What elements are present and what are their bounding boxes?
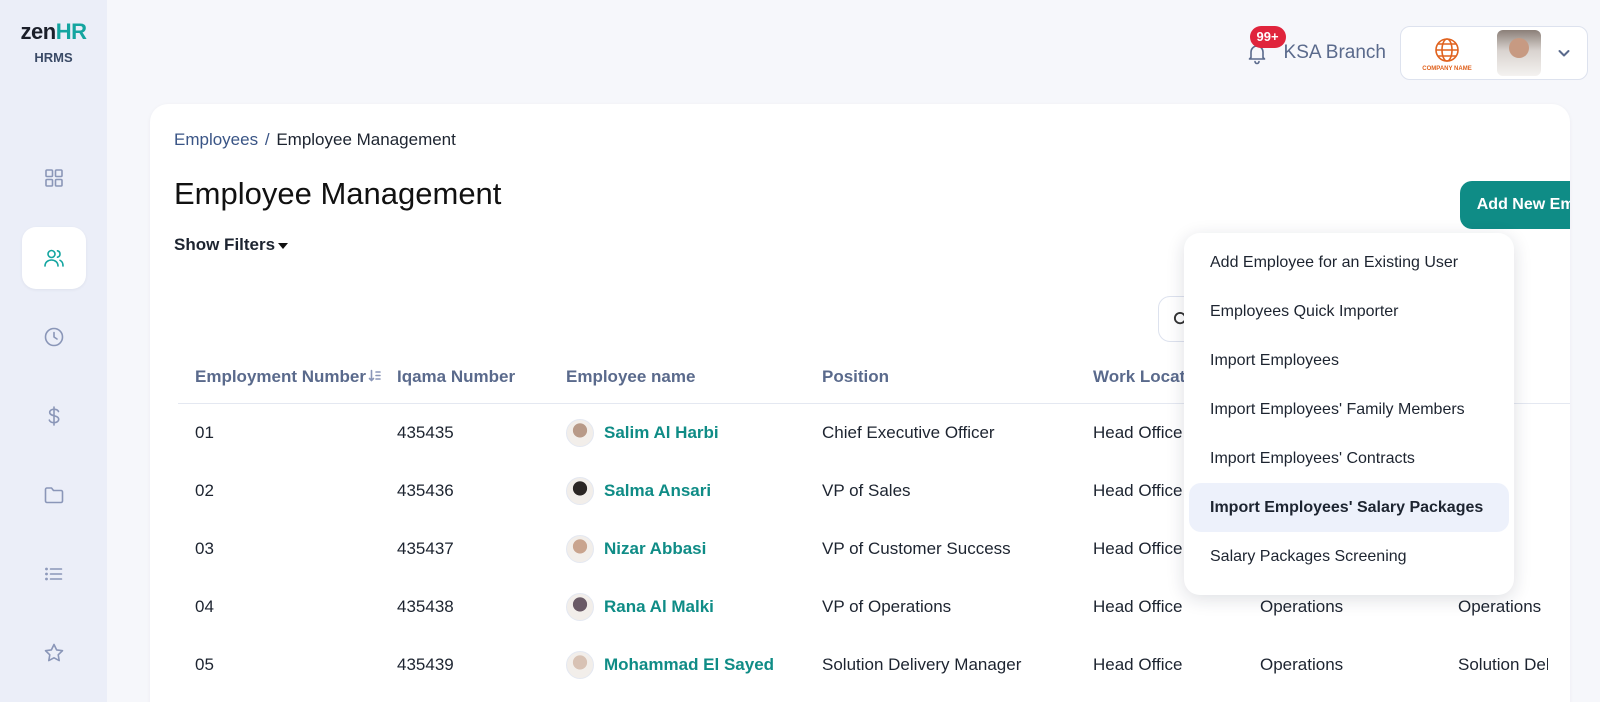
table-cell: Operations [1458,597,1542,616]
table-cell: VP of Operations [822,597,952,616]
show-filters-toggle[interactable]: Show Filters [174,235,289,255]
sort-icon[interactable] [368,369,382,383]
breadcrumb-current: Employee Management [276,130,456,149]
page-title: Employee Management [174,176,502,211]
table-cell: Solution Delivery Manager [822,655,1022,674]
table-cell: 435439 [397,655,454,674]
employee-avatar [566,651,594,679]
table-cell: 03 [195,539,214,558]
employee-name-link[interactable]: Rana Al Malki [604,597,714,617]
menu-item[interactable]: Import Employees' Salary Packages [1189,483,1509,532]
menu-item[interactable]: Import Employees' Family Members [1189,385,1509,434]
employee-name-cell: Salim Al Harbi [566,419,822,447]
table-cell: Operations [1260,597,1344,616]
menu-item[interactable]: Add Employee for an Existing User [1189,238,1509,287]
employee-name-wrapper: Salim Al Harbi [566,419,822,447]
table-cell: 435436 [397,481,454,500]
table-row[interactable]: 05 435439 Mohammad El Sayed Solution Delive… [178,636,1570,694]
dollar-icon [48,406,60,426]
table-cell: 435435 [397,423,454,442]
menu-item[interactable]: Employees Quick Importer [1189,287,1509,336]
chevron-down-icon [1557,46,1571,60]
company-logo-text: COMPANY NAME [1422,65,1472,72]
column-header-employment-number[interactable]: Employment Number [178,367,397,387]
add-new-employee-button[interactable]: Add New Employee [1460,181,1570,229]
employees-icon [44,249,64,267]
employee-name-cell: Nizar Abbasi [566,535,822,563]
globe-icon [1435,37,1459,62]
table-cell: Chief Executive Officer [822,423,995,442]
employee-avatar [566,419,594,447]
table-cell: 02 [195,481,214,500]
column-header-employee-name[interactable]: Employee name [566,367,822,387]
topbar: 99+ KSA Branch COMPANY NAME [1242,26,1588,80]
table-cell: Operations [1260,655,1344,674]
notifications-button[interactable]: 99+ [1242,26,1286,68]
table-cell: 435438 [397,597,454,616]
table-cell: Head Office [1093,655,1183,674]
employee-avatar [566,593,594,621]
employee-name-link[interactable]: Salma Ansari [604,481,711,501]
branch-name[interactable]: KSA Branch [1284,42,1386,64]
more-actions-menu: Add Employee for an Existing User Employe… [1184,233,1514,595]
column-header-iqama-number[interactable]: Iqama Number [397,367,566,387]
profile-menu[interactable]: COMPANY NAME [1400,26,1588,80]
sidebar-item-dashboard[interactable] [22,147,86,209]
employee-name-link[interactable]: Mohammad El Sayed [604,655,774,675]
employee-avatar [566,477,594,505]
breadcrumb: Employees / Employee Management [174,130,456,150]
sidebar: zenHR HRMS [0,0,107,702]
menu-item[interactable]: Import Employees' Contracts [1189,434,1509,483]
employee-name-cell: Mohammad El Sayed [566,651,822,679]
table-cell: VP of Sales [822,481,911,500]
star-icon [44,643,64,662]
table-cell: 01 [195,423,214,442]
zenhr-logo[interactable]: zenHR HRMS [0,18,107,65]
sidebar-item-favorites[interactable] [22,622,86,684]
caret-down-icon [278,242,289,249]
sidebar-item-attendance[interactable] [22,306,86,368]
table-cell: 04 [195,597,214,616]
show-filters-label: Show Filters [174,235,276,254]
employee-name-wrapper: Salma Ansari [566,477,822,505]
employee-name-link[interactable]: Salim Al Harbi [604,423,719,443]
table-cell: VP of Customer Success [822,539,1011,558]
breadcrumb-separator: / [264,130,270,149]
employee-name-wrapper: Mohammad El Sayed [566,651,822,679]
employee-avatar [566,535,594,563]
table-cell: Head Office [1093,597,1183,616]
notification-count-badge: 99+ [1249,26,1286,48]
dashboard-icon [45,169,63,187]
breadcrumb-employees-link[interactable]: Employees [174,130,258,149]
table-cell: Solution Delivery [1458,655,1548,674]
table-cell: 435437 [397,539,454,558]
company-logo: COMPANY NAME [1411,30,1483,76]
employee-name-cell: Rana Al Malki [566,593,822,621]
logo-zen-text: zen [20,19,57,44]
logo-hr-text: HR [55,19,87,44]
column-header-label: Employment Number [195,366,366,386]
employee-name-wrapper: Nizar Abbasi [566,535,822,563]
employee-name-wrapper: Rana Al Malki [566,593,822,621]
menu-item[interactable]: Import Employees [1189,336,1509,385]
clock-icon [44,327,64,347]
sidebar-item-documents[interactable] [22,464,86,526]
sidebar-item-employees[interactable] [22,227,86,289]
column-header-position[interactable]: Position [822,367,1093,387]
sidebar-item-reports[interactable] [22,543,86,605]
sidebar-item-payroll[interactable] [22,385,86,447]
list-icon [45,567,63,581]
folder-icon [44,487,64,504]
logo-subtitle: HRMS [34,50,73,65]
user-avatar [1497,30,1541,76]
menu-item[interactable]: Salary Packages Screening [1189,532,1509,581]
table-cell: 05 [195,655,214,674]
employee-name-link[interactable]: Nizar Abbasi [604,539,706,559]
employee-name-cell: Salma Ansari [566,477,822,505]
